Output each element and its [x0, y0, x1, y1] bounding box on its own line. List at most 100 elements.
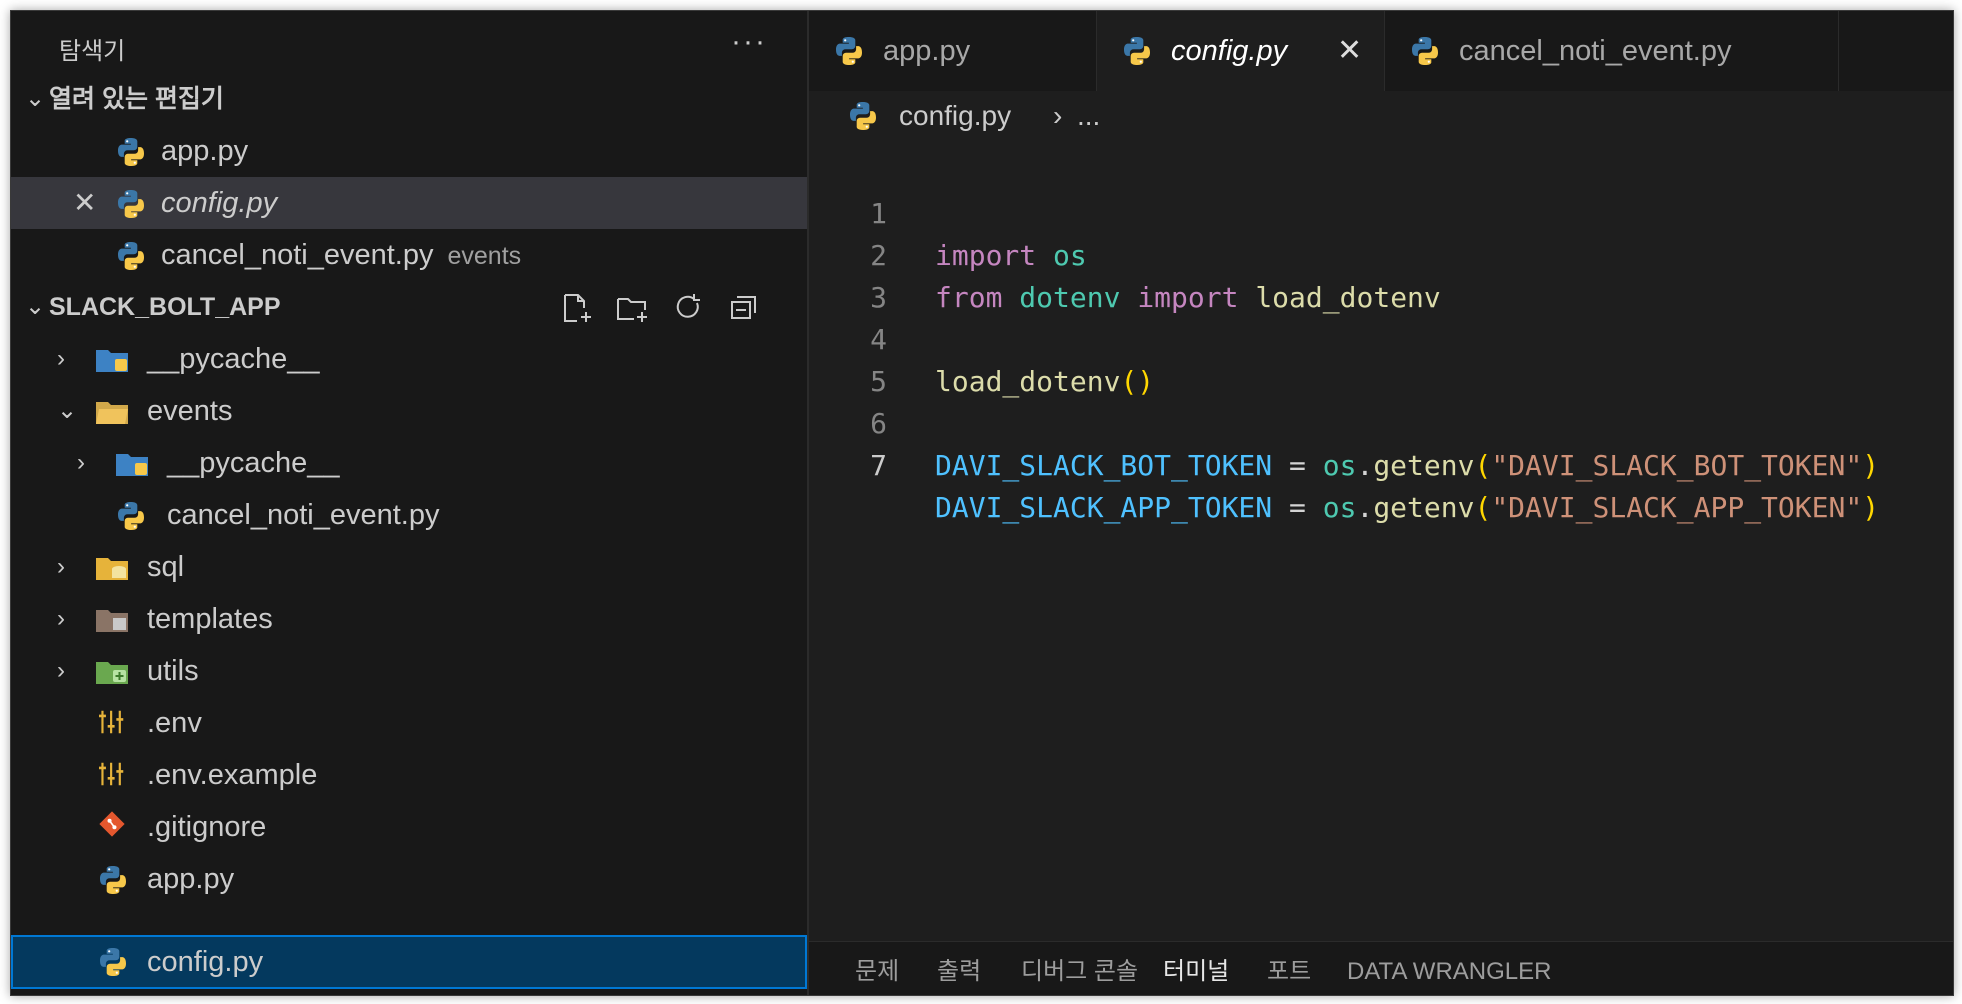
open-editor-label-wrap: cancel_noti_event.py events	[161, 229, 521, 282]
tab-label: app.py	[883, 35, 971, 67]
breadcrumb-separator: ›	[1053, 100, 1063, 131]
editor-area: app.py config.py ✕ cancel_noti_event.py …	[809, 11, 1953, 995]
token: .	[1356, 449, 1374, 482]
tree-file-selected[interactable]: config.py	[11, 935, 807, 989]
tab-bar: app.py config.py ✕ cancel_noti_event.py	[809, 11, 1953, 91]
tab-label: config.py	[1171, 35, 1288, 67]
refresh-icon[interactable]	[671, 291, 705, 325]
code-line: 5	[809, 319, 1953, 398]
open-editor-item[interactable]: app.py	[11, 125, 807, 177]
tab-app-py[interactable]: app.py	[809, 11, 1097, 91]
token: )	[1862, 491, 1880, 524]
tree-label: __pycache__	[167, 447, 340, 479]
tree-label: config.py	[147, 946, 264, 978]
tab-cancel-noti-event-py[interactable]: cancel_noti_event.py	[1385, 11, 1839, 91]
folder-events-icon	[96, 402, 128, 424]
panel-tab-terminal[interactable]: 터미널	[1163, 952, 1229, 992]
tree-folder[interactable]: › __pycache__	[11, 333, 807, 385]
bottom-panel-tabs: 문제 출력 디버그 콘솔 터미널 포트 DATA WRANGLER	[809, 941, 1953, 995]
code-line: 4 load_dotenv()	[809, 277, 1953, 398]
python-file-icon	[833, 35, 865, 67]
chevron-right-icon: ›	[57, 553, 65, 580]
chevron-right-icon: ›	[77, 449, 85, 476]
folder-pycache-icon	[116, 454, 148, 476]
tree-label: app.py	[147, 863, 235, 895]
breadcrumb-file[interactable]: config.py	[899, 91, 1011, 141]
new-file-icon[interactable]	[559, 291, 593, 325]
tree-folder[interactable]: › sql	[11, 541, 807, 593]
tree-folder[interactable]: › utils	[11, 645, 807, 697]
open-editor-folder-desc: events	[447, 242, 522, 270]
token: (	[1474, 449, 1492, 482]
chevron-down-icon: ⌄	[25, 293, 46, 320]
new-folder-icon[interactable]	[615, 291, 649, 325]
open-editors-title: 열려 있는 편집기	[49, 85, 224, 113]
code-line: 6 DAVI_SLACK_BOT_TOKEN = os.getenv("DAVI…	[809, 361, 1953, 482]
chevron-right-icon: ›	[57, 345, 65, 372]
tree-file[interactable]: .env.example	[11, 749, 807, 801]
panel-tab-problems[interactable]: 문제	[855, 952, 899, 992]
token: os	[1322, 449, 1357, 482]
token: "DAVI_SLACK_APP_TOKEN"	[1491, 491, 1863, 524]
chevron-right-icon: ›	[57, 605, 65, 632]
open-editor-label: app.py	[161, 135, 249, 167]
token: os	[1322, 491, 1357, 524]
vscode-window: 탐색기 ··· ⌄ 열려 있는 편집기 app.py ✕ config.py c…	[10, 10, 1954, 996]
tree-file[interactable]: .gitignore	[11, 801, 807, 853]
breadcrumb: config.py › ...	[809, 91, 1953, 141]
code-line: 2 from dotenv import load_dotenv	[809, 193, 1953, 314]
python-file-icon	[115, 188, 147, 220]
python-file-icon	[115, 136, 147, 168]
close-icon[interactable]: ✕	[73, 177, 96, 229]
folder-templates-icon	[96, 610, 128, 632]
panel-tab-output[interactable]: 출력	[937, 952, 981, 992]
tree-file[interactable]: app.py	[11, 853, 807, 905]
open-editor-item[interactable]: cancel_noti_event.py events	[11, 229, 807, 281]
tree-label: .gitignore	[147, 811, 267, 843]
code-line: 1 import os	[809, 151, 1953, 272]
tree-label: .env.example	[147, 759, 318, 791]
python-file-icon	[115, 240, 147, 272]
tree-label: events	[147, 395, 233, 427]
tree-label: templates	[147, 603, 273, 635]
tab-label: cancel_noti_event.py	[1459, 35, 1732, 67]
env-settings-icon	[99, 762, 124, 786]
tree-folder[interactable]: › __pycache__	[11, 437, 807, 489]
collapse-all-icon[interactable]	[727, 291, 761, 325]
tree-label: __pycache__	[147, 343, 320, 375]
token: getenv	[1373, 491, 1475, 524]
tab-config-py[interactable]: config.py ✕	[1097, 11, 1385, 91]
open-editor-label: cancel_noti_event.py	[161, 239, 434, 271]
code-line-current: 7 DAVI_SLACK_APP_TOKEN = os.getenv("DAVI…	[809, 403, 1953, 524]
tree-file[interactable]: .env	[11, 697, 807, 749]
line-number: 7	[870, 449, 887, 482]
token: (	[1474, 491, 1492, 524]
tree-label: utils	[147, 655, 199, 687]
open-editor-item-active[interactable]: ✕ config.py	[11, 177, 807, 229]
token: =	[1289, 449, 1306, 482]
python-file-icon	[115, 500, 147, 532]
panel-tab-ports[interactable]: 포트	[1267, 952, 1311, 992]
tree-file[interactable]: cancel_noti_event.py	[11, 489, 807, 541]
python-file-icon	[1409, 35, 1441, 67]
project-section-header[interactable]: ⌄ SLACK_BOLT_APP	[11, 281, 807, 333]
token: "DAVI_SLACK_BOT_TOKEN"	[1491, 449, 1863, 482]
line-content: DAVI_SLACK_BOT_TOKEN = os.getenv("DAVI_S…	[935, 445, 1879, 487]
panel-tab-data-wrangler[interactable]: DATA WRANGLER	[1347, 952, 1551, 992]
more-actions-icon[interactable]: ···	[731, 25, 767, 59]
open-editors-section-header[interactable]: ⌄ 열려 있는 편집기	[11, 73, 807, 125]
open-editor-label: config.py	[161, 187, 278, 219]
close-icon[interactable]: ✕	[1337, 11, 1362, 91]
token: .	[1356, 491, 1374, 524]
line-content: DAVI_SLACK_APP_TOKEN = os.getenv("DAVI_S…	[935, 487, 1879, 529]
project-title: SLACK_BOLT_APP	[49, 293, 281, 321]
tree-folder-open[interactable]: ⌄ events	[11, 385, 807, 437]
tree-label: sql	[147, 551, 185, 583]
panel-tab-debug-console[interactable]: 디버그 콘솔	[1021, 952, 1138, 992]
python-file-icon	[97, 946, 129, 978]
token: DAVI_SLACK_BOT_TOKEN	[935, 449, 1273, 482]
tree-folder[interactable]: › templates	[11, 593, 807, 645]
token: DAVI_SLACK_APP_TOKEN	[935, 491, 1273, 524]
breadcrumb-symbols[interactable]: ...	[1077, 91, 1100, 141]
token: getenv	[1373, 449, 1475, 482]
